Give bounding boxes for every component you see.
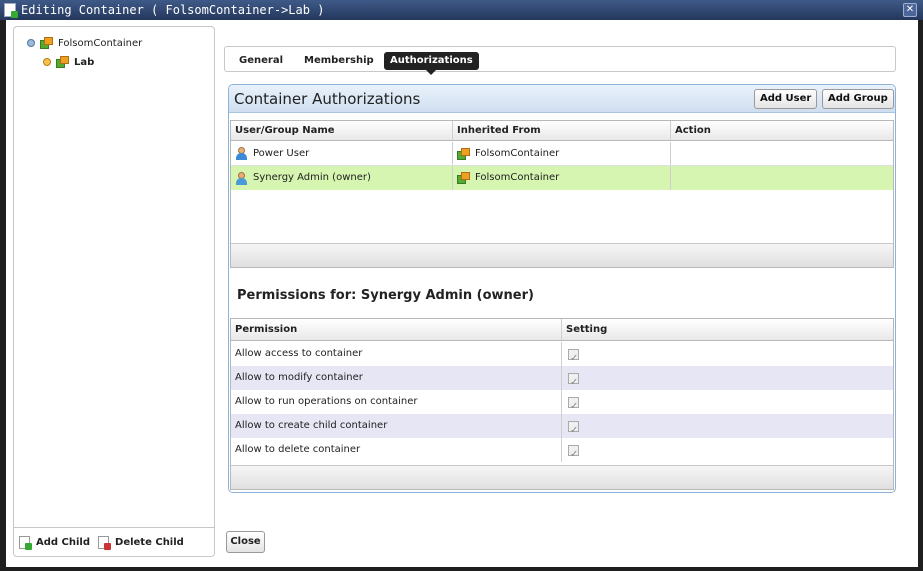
permission-label: Allow to delete container <box>231 438 562 462</box>
table-header: Permission Setting <box>231 319 893 341</box>
collapse-toggle-icon[interactable] <box>27 39 35 47</box>
inherited-from: FolsomContainer <box>475 147 560 159</box>
inherited-from: FolsomContainer <box>475 172 560 183</box>
tab-general[interactable]: General <box>233 52 289 70</box>
container-icon <box>40 37 54 49</box>
table-footer <box>231 465 893 489</box>
table-row[interactable]: Power User FolsomContainer <box>231 142 893 166</box>
user-icon <box>235 171 249 185</box>
add-group-button[interactable]: Add Group <box>822 89 894 109</box>
panel-header: Container Authorizations Add User Add Gr… <box>229 85 895 113</box>
permission-checkbox[interactable] <box>568 443 579 467</box>
permission-row: Allow access to container <box>231 342 893 371</box>
permission-row: Allow to delete container <box>231 438 893 467</box>
permission-row: Allow to run operations on container <box>231 390 893 419</box>
permission-checkbox[interactable] <box>568 419 579 443</box>
window-title: Editing Container ( FolsomContainer->Lab… <box>21 3 325 17</box>
container-icon <box>457 147 471 160</box>
action-cell <box>671 166 893 190</box>
add-user-button[interactable]: Add User <box>754 89 818 109</box>
column-header-inherited[interactable]: Inherited From <box>453 121 671 140</box>
tree-item-label: Lab <box>74 56 95 68</box>
container-icon <box>56 56 70 68</box>
tab-authorizations[interactable]: Authorizations <box>384 52 479 75</box>
column-header-permission[interactable]: Permission <box>231 319 562 340</box>
tree-toolbar: Add Child Delete Child <box>14 527 214 556</box>
table-footer <box>231 243 893 267</box>
permission-row: Allow to modify container <box>231 366 893 395</box>
column-header-name[interactable]: User/Group Name <box>231 121 453 140</box>
column-header-setting[interactable]: Setting <box>562 319 893 340</box>
permission-checkbox[interactable] <box>568 347 579 371</box>
tree-item-label: FolsomContainer <box>58 37 143 49</box>
table-row-selected[interactable]: Synergy Admin (owner) FolsomContainer <box>231 166 893 190</box>
table-header: User/Group Name Inherited From Action <box>231 121 893 141</box>
action-cell <box>671 142 893 165</box>
permission-label: Allow to run operations on container <box>231 390 562 414</box>
tab-bar: General Membership Authorizations <box>224 26 897 75</box>
add-page-icon <box>19 535 32 550</box>
permission-label: Allow access to container <box>231 342 562 366</box>
user-name: Power User <box>253 147 310 159</box>
permission-label: Allow to create child container <box>231 414 562 438</box>
edit-document-icon <box>4 3 18 18</box>
permission-label: Allow to modify container <box>231 366 562 390</box>
leaf-node-icon <box>43 58 51 66</box>
permission-checkbox[interactable] <box>568 395 579 419</box>
authorizations-table: User/Group Name Inherited From Action Po… <box>230 120 894 268</box>
user-name: Synergy Admin (owner) <box>253 172 371 183</box>
close-icon[interactable]: ✕ <box>903 3 917 17</box>
dialog-window: Editing Container ( FolsomContainer->Lab… <box>0 0 923 571</box>
permission-row: Allow to create child container <box>231 414 893 443</box>
add-child-button[interactable]: Add Child <box>36 537 90 548</box>
container-tree-pane: FolsomContainer Lab Add Child Delete Chi… <box>13 26 215 557</box>
title-bar[interactable]: Editing Container ( FolsomContainer->Lab… <box>0 0 923 20</box>
permissions-title: Permissions for: Synergy Admin (owner) <box>237 288 534 303</box>
group-user-icon <box>235 147 249 160</box>
tree-item-folsomcontainer[interactable]: FolsomContainer <box>27 35 142 51</box>
container-icon <box>457 172 471 184</box>
permission-checkbox[interactable] <box>568 371 579 395</box>
authorizations-panel: Container Authorizations Add User Add Gr… <box>228 84 896 493</box>
delete-child-button[interactable]: Delete Child <box>115 537 184 548</box>
tab-membership[interactable]: Membership <box>298 52 380 70</box>
delete-page-icon <box>98 535 112 550</box>
close-button[interactable]: Close <box>226 531 265 553</box>
permissions-table: Permission Setting Allow access to conta… <box>230 318 894 490</box>
column-header-action[interactable]: Action <box>671 121 893 140</box>
tree-item-lab[interactable]: Lab <box>43 54 94 70</box>
panel-title: Container Authorizations <box>234 90 421 108</box>
